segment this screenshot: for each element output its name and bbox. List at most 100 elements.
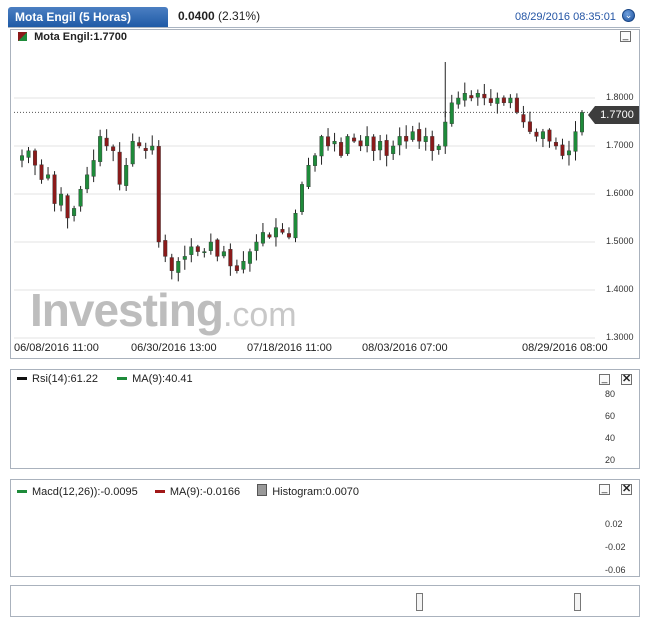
macd-label: Macd(12,26)):-0.0095 [32, 486, 138, 498]
candle-body [553, 142, 558, 147]
candle-body [449, 102, 454, 124]
macd-ma-label: MA(9):-0.0166 [169, 486, 241, 498]
candle-body [534, 131, 539, 137]
candle-body [104, 137, 109, 147]
candle-body [306, 164, 311, 187]
y-tick: 1.3000 [606, 332, 634, 342]
candle-body [234, 265, 239, 272]
x-label: 06/30/2016 13:00 [131, 342, 217, 354]
candle-body [358, 140, 363, 147]
candle-body [286, 233, 291, 238]
candle-body [547, 129, 552, 142]
macd-swatch-icon [17, 490, 27, 493]
histogram-label: Histogram:0.0070 [272, 486, 360, 498]
candle-body [208, 241, 213, 251]
candle-body [98, 136, 103, 162]
rsi-legend: Rsi(14):61.22 MA(9):40.41 [17, 373, 193, 385]
candle-body [65, 195, 70, 219]
candle-body [566, 150, 571, 156]
candle-body [169, 257, 174, 271]
x-label: 06/08/2016 11:00 [14, 342, 99, 354]
candle-body [150, 145, 155, 151]
navigator-left-handle[interactable] [416, 593, 423, 611]
candle-body [156, 146, 161, 243]
candle-body [397, 136, 402, 146]
candle-body [59, 193, 64, 206]
candle-body [117, 151, 122, 185]
candle-body [124, 164, 129, 186]
x-label: 08/29/2016 08:00 [522, 342, 608, 354]
close-icon[interactable]: ✕ [621, 484, 632, 495]
candle-body [26, 150, 31, 158]
candle-body [293, 212, 298, 239]
y-tick: 1.8000 [606, 92, 634, 102]
candle-body [391, 145, 396, 154]
candle-body [280, 229, 285, 233]
candle-body [573, 131, 578, 152]
rsi-y-tick: 80 [605, 389, 616, 399]
candle-body [319, 136, 324, 157]
candle-body [163, 240, 168, 257]
candle-body [85, 174, 90, 190]
candle-body [137, 142, 142, 147]
candle-body [430, 136, 435, 151]
y-tick: 1.6000 [606, 188, 634, 198]
candle-body [182, 256, 187, 260]
candle-body [384, 140, 389, 156]
candle-body [267, 234, 272, 238]
candle-body [456, 97, 461, 105]
navigator-right-handle[interactable] [574, 593, 581, 611]
candle-body [423, 136, 428, 142]
candle-body [339, 142, 344, 156]
navigator-panel [10, 585, 640, 617]
candle-body [527, 121, 532, 132]
candle-body [20, 155, 25, 161]
candle-body [228, 249, 233, 267]
candle-body [365, 136, 370, 147]
macd-ma-swatch-icon [154, 490, 165, 493]
candle-body [326, 136, 331, 147]
candle-body [143, 147, 148, 152]
candle-body [215, 239, 220, 257]
candle-body [501, 97, 506, 104]
rsi-swatch-icon [17, 377, 27, 380]
candle-body [488, 98, 493, 103]
candle-body [189, 246, 194, 255]
candle-body [247, 251, 252, 264]
candle-body [273, 227, 278, 238]
candle-body [313, 155, 318, 166]
candles [20, 62, 585, 282]
candle-body [404, 135, 409, 142]
candle-body [72, 208, 77, 216]
candle-body [514, 97, 519, 113]
minimize-icon[interactable]: _ [599, 484, 610, 495]
candle-body [202, 251, 207, 254]
candle-body [91, 160, 96, 177]
minimize-icon[interactable]: _ [599, 374, 610, 385]
candle-body [469, 95, 474, 99]
candle-body [254, 241, 259, 251]
candle-body [39, 164, 44, 180]
candle-body [332, 140, 337, 145]
candle-body [475, 92, 480, 98]
candle-body [176, 261, 181, 273]
candle-body [410, 131, 415, 140]
candle-body [345, 136, 350, 154]
candle-body [540, 131, 545, 139]
candle-body [111, 146, 116, 151]
candle-body [495, 97, 500, 104]
candle-body [521, 114, 526, 123]
candle-body [221, 251, 226, 257]
rsi-ma-swatch-icon [117, 377, 128, 380]
candle-body [462, 92, 467, 101]
candle-body [195, 246, 200, 252]
macd-y-tick: -0.06 [605, 565, 626, 575]
rsi-y-tick: 20 [605, 455, 616, 465]
x-label: 07/18/2016 11:00 [247, 342, 332, 354]
close-icon[interactable]: ✕ [621, 374, 632, 385]
candle-body [130, 140, 135, 165]
candle-body [260, 232, 265, 244]
y-tick: 1.7000 [606, 140, 634, 150]
y-tick: 1.4000 [606, 284, 634, 294]
candle-body [300, 184, 305, 213]
